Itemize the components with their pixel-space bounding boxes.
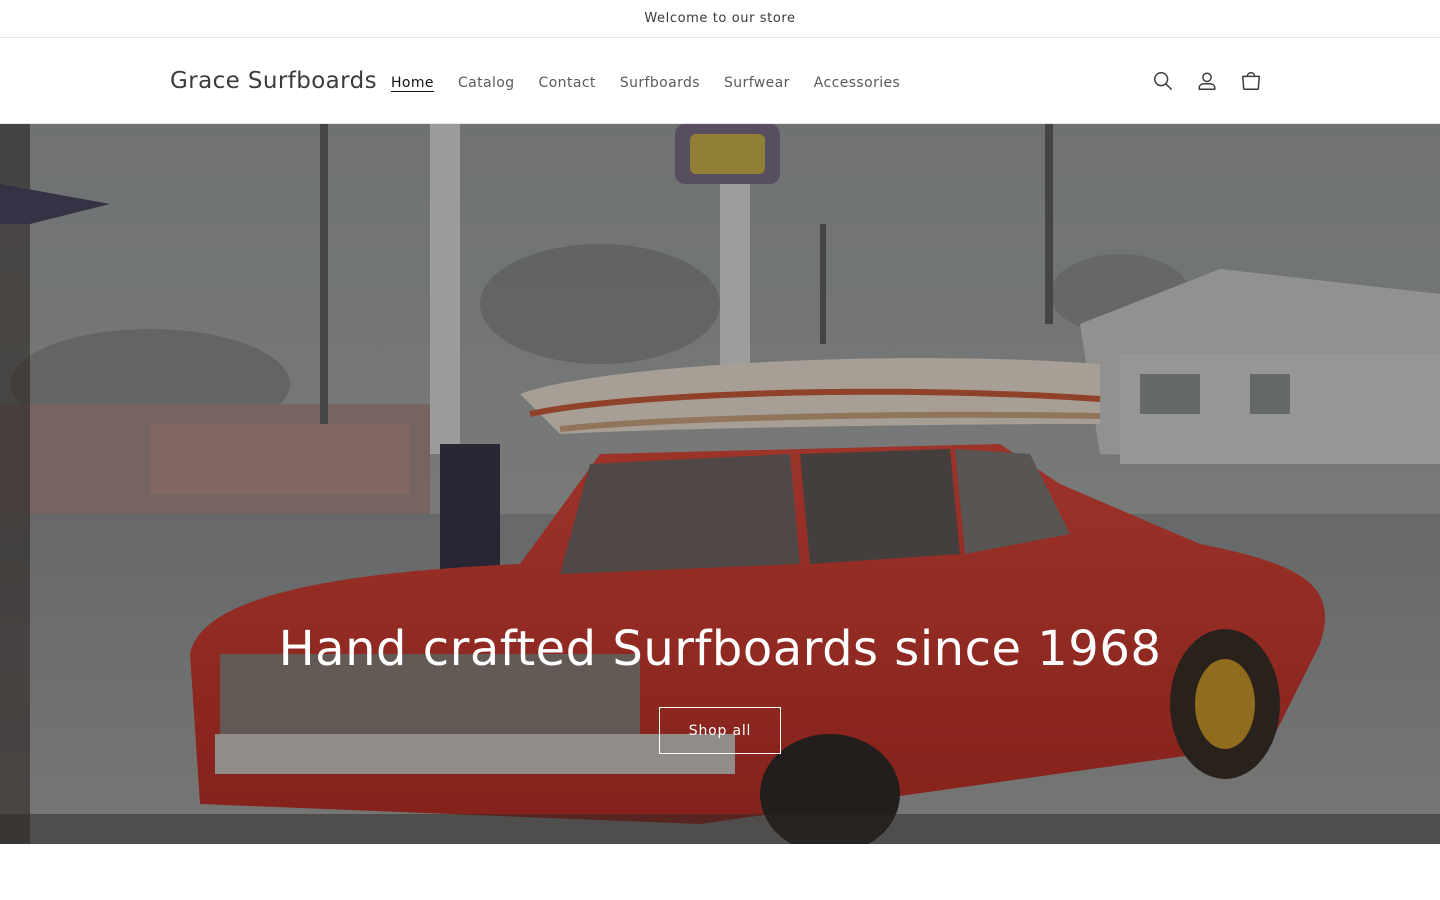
cart-icon (1242, 72, 1260, 90)
main-nav: Home Catalog Contact Surfboards Surfwear… (379, 38, 912, 124)
site-header: Grace Surfboards Home Catalog Contact Su… (0, 38, 1440, 124)
nav-item-home[interactable]: Home (391, 75, 434, 91)
announcement-text: Welcome to our store (644, 11, 796, 26)
nav-item-accessories[interactable]: Accessories (814, 75, 900, 91)
store-logo[interactable]: Grace Surfboards (170, 38, 377, 124)
hero-banner: Hand crafted Surfboards since 1968 Shop … (0, 124, 1440, 844)
nav-item-contact[interactable]: Contact (539, 75, 596, 91)
header-icons (1141, 38, 1273, 124)
cart-button[interactable] (1229, 59, 1273, 103)
search-icon (1154, 72, 1172, 90)
search-button[interactable] (1141, 59, 1185, 103)
account-button[interactable] (1185, 59, 1229, 103)
shop-all-button[interactable]: Shop all (659, 707, 781, 754)
account-icon (1198, 72, 1216, 90)
nav-item-catalog[interactable]: Catalog (458, 75, 515, 91)
hero-title: Hand crafted Surfboards since 1968 (278, 621, 1162, 677)
announcement-bar: Welcome to our store (0, 0, 1440, 38)
nav-item-surfwear[interactable]: Surfwear (724, 75, 790, 91)
nav-item-surfboards[interactable]: Surfboards (620, 75, 700, 91)
